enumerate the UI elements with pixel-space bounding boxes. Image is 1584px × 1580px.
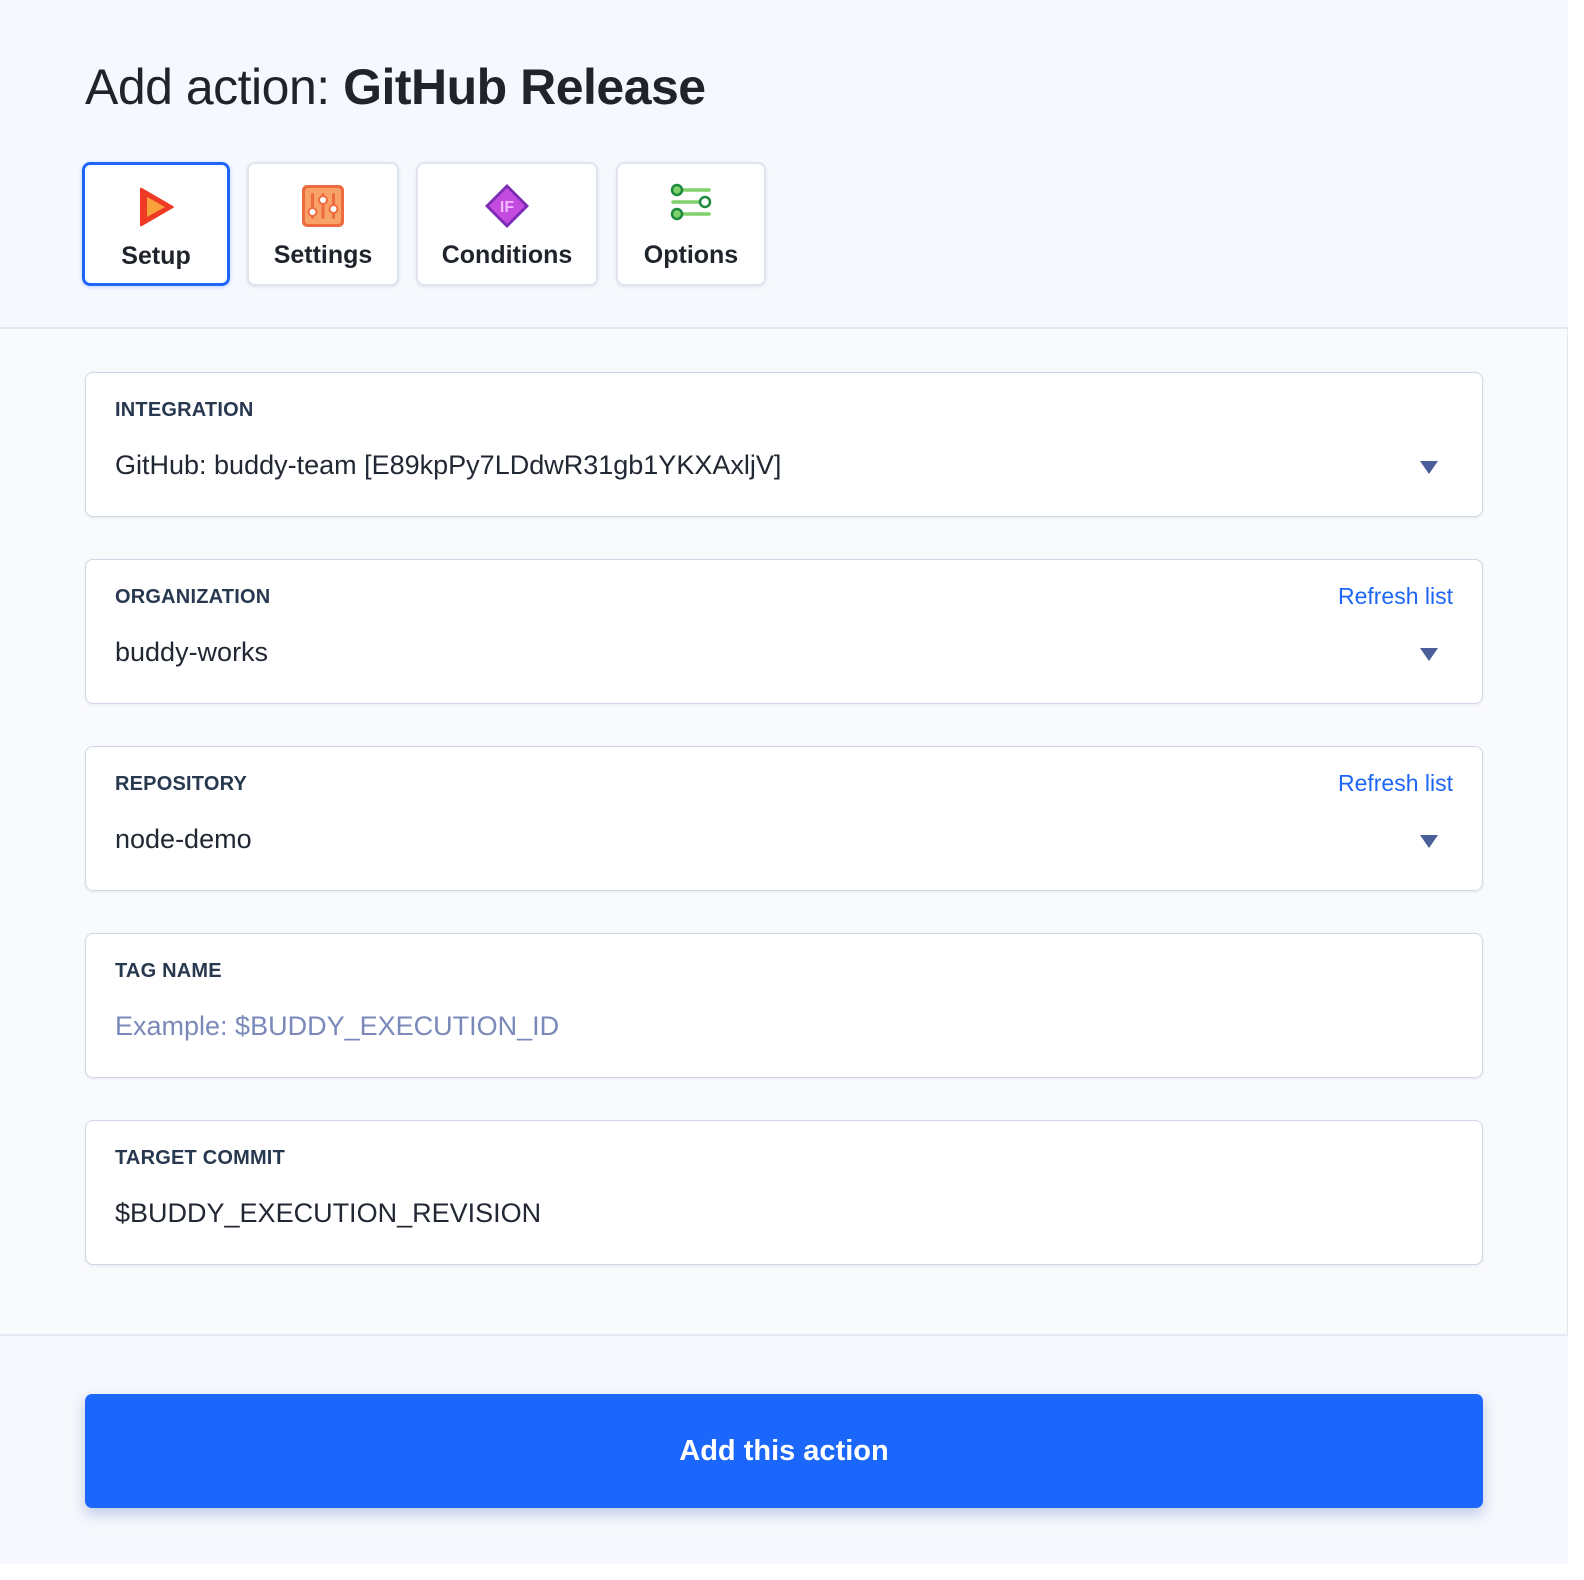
repository-field[interactable]: REPOSITORY Refresh list node-demo [85, 746, 1483, 891]
tab-setup-label: Setup [121, 242, 191, 270]
page-title: Add action: GitHub Release [85, 56, 706, 118]
target-commit-field[interactable]: TARGET COMMIT [85, 1120, 1483, 1265]
integration-field[interactable]: INTEGRATION GitHub: buddy-team [E89kpPy7… [85, 372, 1483, 517]
organization-label: ORGANIZATION [115, 586, 271, 608]
svg-text:IF: IF [500, 199, 514, 216]
action-name: GitHub Release [343, 59, 706, 115]
repository-refresh-link[interactable]: Refresh list [1338, 769, 1453, 797]
if-diamond-icon: IF [485, 184, 529, 228]
tag-name-field[interactable]: TAG NAME [85, 933, 1483, 1078]
tab-settings[interactable]: Settings [247, 162, 399, 286]
tab-conditions-label: Conditions [441, 241, 573, 269]
integration-label: INTEGRATION [115, 399, 254, 421]
dialog-header: Add action: GitHub Release Setup Setting… [0, 0, 1568, 329]
chevron-down-icon[interactable] [1420, 461, 1438, 474]
chevron-down-icon[interactable] [1420, 648, 1438, 661]
tab-options-label: Options [643, 241, 739, 269]
target-commit-input[interactable] [115, 1196, 1415, 1230]
organization-refresh-link[interactable]: Refresh list [1338, 582, 1453, 610]
add-action-button[interactable]: Add this action [85, 1394, 1483, 1508]
organization-select-value[interactable]: buddy-works [115, 635, 268, 669]
tab-settings-label: Settings [273, 241, 373, 269]
title-prefix: Add action: [85, 59, 344, 115]
chevron-down-icon[interactable] [1420, 835, 1438, 848]
tab-conditions[interactable]: IF Conditions [416, 162, 598, 286]
dialog: Add action: GitHub Release Setup Setting… [0, 0, 1568, 1564]
sliders-icon [302, 185, 344, 227]
organization-field[interactable]: ORGANIZATION Refresh list buddy-works [85, 559, 1483, 704]
tab-setup[interactable]: Setup [82, 162, 230, 286]
integration-select-value[interactable]: GitHub: buddy-team [E89kpPy7LDdwR31gb1YK… [115, 448, 781, 482]
options-toggle-icon [670, 183, 712, 221]
repository-label: REPOSITORY [115, 773, 248, 795]
play-icon [140, 187, 174, 227]
tag-name-input[interactable] [115, 1009, 1415, 1043]
tab-options[interactable]: Options [616, 162, 766, 286]
target-commit-label: TARGET COMMIT [115, 1147, 285, 1169]
tag-name-label: TAG NAME [115, 960, 222, 982]
dialog-footer: Add this action [0, 1334, 1568, 1564]
repository-select-value[interactable]: node-demo [115, 822, 252, 856]
